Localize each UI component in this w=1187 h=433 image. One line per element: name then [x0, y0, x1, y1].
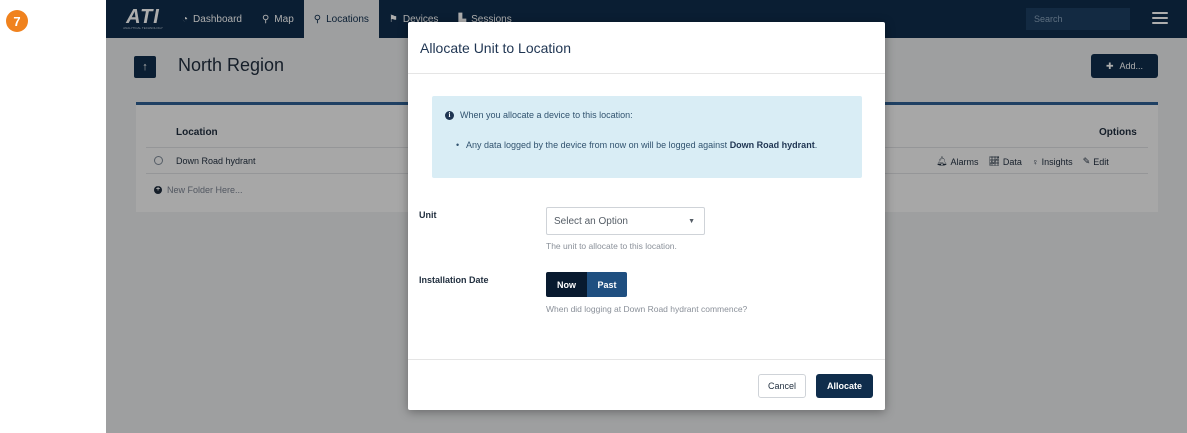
alert-bullet-location: Down Road hydrant — [729, 140, 815, 150]
screenshot-page: 7 ATI ANALYTICAL TECHNOLOGY ◔ Dashboard … — [0, 0, 1187, 433]
alert-heading-text: When you allocate a device to this locat… — [460, 110, 633, 120]
unit-select[interactable]: Select an Option ▼ — [546, 207, 705, 235]
unit-label: Unit — [419, 210, 437, 220]
installation-date-toggle: Now Past — [546, 272, 627, 297]
info-alert: i When you allocate a device to this loc… — [432, 96, 862, 178]
alert-bullet-suffix: . — [814, 140, 818, 150]
modal-footer: Cancel Allocate — [408, 359, 885, 410]
info-icon: i — [445, 110, 454, 120]
now-toggle-button[interactable]: Now — [546, 272, 587, 297]
modal-header: Allocate Unit to Location — [408, 22, 885, 74]
installation-help-text: When did logging at Down Road hydrant co… — [546, 304, 748, 314]
modal-title: Allocate Unit to Location — [420, 40, 571, 56]
step-badge: 7 — [6, 10, 28, 32]
past-toggle-button[interactable]: Past — [587, 272, 627, 297]
allocate-button[interactable]: Allocate — [816, 374, 873, 398]
cancel-button[interactable]: Cancel — [758, 374, 806, 398]
unit-select-value: Select an Option — [554, 216, 628, 227]
alert-heading: i When you allocate a device to this loc… — [445, 110, 633, 120]
alert-bullet-prefix: Any data logged by the device from now o… — [466, 140, 728, 150]
installation-date-label: Installation Date — [419, 275, 489, 285]
unit-help-text: The unit to allocate to this location. — [546, 241, 677, 251]
chevron-down-icon: ▼ — [688, 218, 695, 225]
allocate-unit-modal: Allocate Unit to Location i When you all… — [408, 22, 885, 410]
app-window: ATI ANALYTICAL TECHNOLOGY ◔ Dashboard ⚲ … — [106, 0, 1187, 433]
alert-bullet: Any data logged by the device from now o… — [456, 139, 856, 152]
